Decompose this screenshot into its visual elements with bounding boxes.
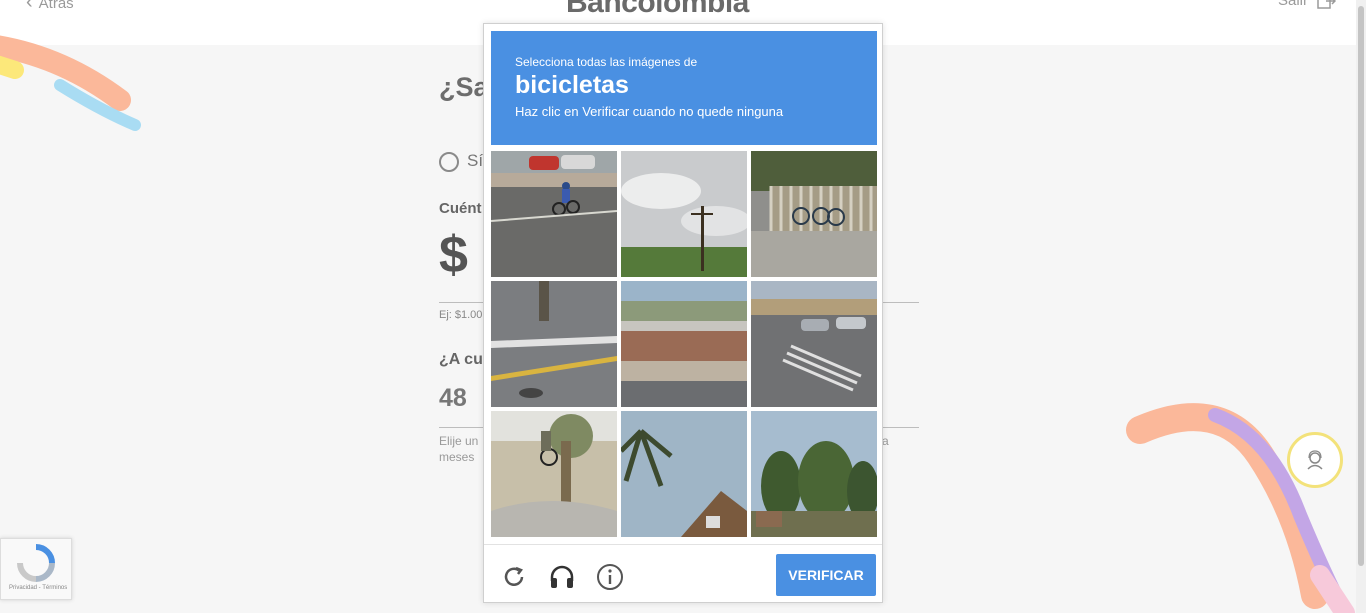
captcha-tile-8[interactable]	[621, 411, 747, 537]
captcha-tile-7[interactable]	[491, 411, 617, 537]
recaptcha-badge-text: Privacidad - Términos	[9, 585, 68, 591]
months-hint: Elije un	[439, 434, 479, 448]
recaptcha-logo-icon	[17, 544, 55, 582]
captcha-tile-5[interactable]	[621, 281, 747, 407]
question-heading: ¿Sa	[439, 72, 489, 102]
decorative-swoosh-right	[1126, 403, 1355, 613]
captcha-tile-9[interactable]	[751, 411, 877, 537]
page-scrollbar[interactable]	[1356, 0, 1366, 613]
audio-button[interactable]	[547, 562, 577, 592]
amount-label: Cuént	[439, 200, 482, 217]
radio-yes[interactable]	[439, 152, 459, 172]
bank-logo: Bancolombia	[566, 0, 749, 19]
help-chat-button[interactable]	[1287, 432, 1343, 488]
captcha-header: Selecciona todas las imágenes de bicicle…	[491, 31, 877, 145]
captcha-tile-3[interactable]	[751, 151, 877, 277]
months-input[interactable]: 48	[439, 384, 467, 413]
info-button[interactable]	[595, 562, 625, 592]
captcha-tile-2[interactable]	[621, 151, 747, 277]
verify-button[interactable]: VERIFICAR	[776, 554, 876, 596]
scrollbar-thumb[interactable]	[1358, 6, 1364, 566]
months-hint-line2: meses	[439, 450, 475, 464]
captcha-subinstruction: Haz clic en Verificar cuando no quede ni…	[515, 104, 784, 119]
headphones-icon	[550, 565, 574, 588]
reload-icon	[504, 566, 524, 586]
agent-icon	[1307, 450, 1323, 470]
exit-link[interactable]: Salir	[1278, 0, 1337, 11]
captcha-footer-divider	[484, 544, 882, 545]
amount-hint: Ej: $1.00	[439, 309, 483, 321]
captcha-tile-4[interactable]	[491, 281, 617, 407]
reload-button[interactable]	[499, 562, 529, 592]
captcha-instruction: Selecciona todas las imágenes de	[515, 55, 698, 69]
captcha-challenge: Selecciona todas las imágenes de bicicle…	[483, 23, 883, 603]
radio-yes-label: Sí	[467, 151, 484, 170]
captcha-target-word: bicicletas	[515, 71, 629, 99]
captcha-tile-6[interactable]	[751, 281, 877, 407]
decorative-swoosh-left	[0, 35, 141, 131]
captcha-tile-1[interactable]	[491, 151, 617, 277]
recaptcha-badge[interactable]: Privacidad - Términos	[0, 538, 72, 600]
exit-icon	[1317, 0, 1337, 9]
info-icon	[597, 564, 623, 590]
